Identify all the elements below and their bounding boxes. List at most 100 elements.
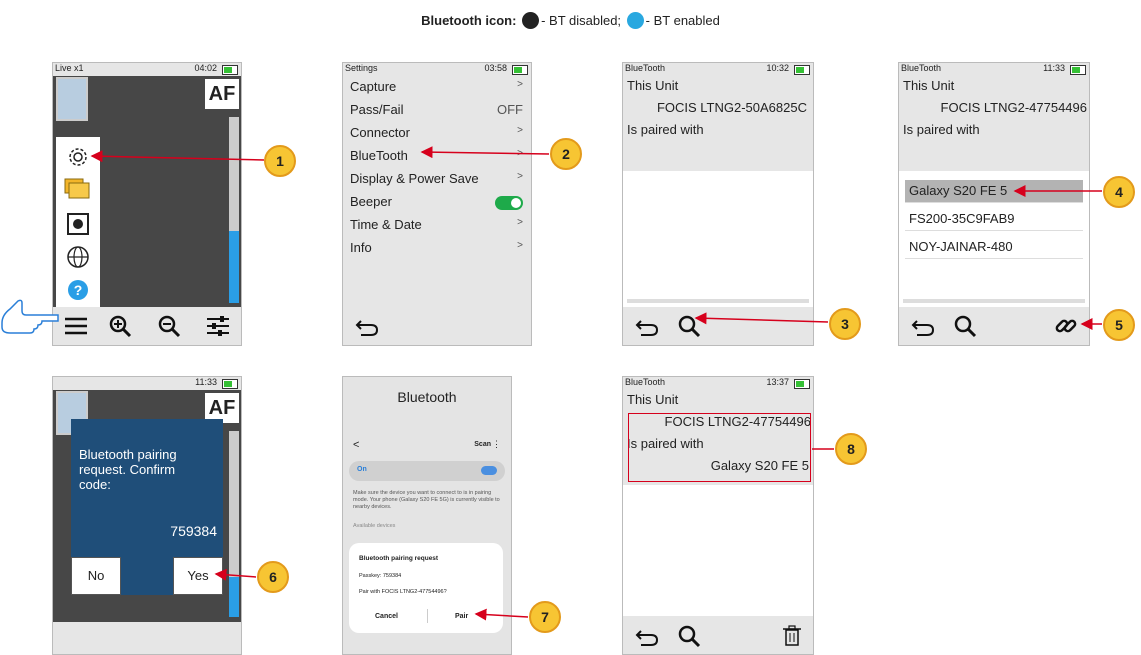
focus-bar xyxy=(229,117,239,303)
clock: 10:32 xyxy=(766,63,789,73)
clock: 13:37 xyxy=(766,377,789,387)
menu-beeper[interactable]: Beeper xyxy=(343,194,531,210)
bluetooth-screen-devices: BlueTooth 11:33 This Unit FOCIS LTNG2-47… xyxy=(898,62,1090,346)
battery-icon xyxy=(222,65,238,75)
unit-info-panel: This Unit FOCIS LTNG2-47754496 Is paired… xyxy=(899,76,1089,171)
trash-icon[interactable] xyxy=(783,625,801,647)
gear-icon[interactable] xyxy=(64,143,92,171)
back-chevron-icon[interactable]: < xyxy=(353,439,359,451)
clock: 11:33 xyxy=(1043,63,1065,73)
this-unit-label: This Unit xyxy=(903,78,955,93)
no-button[interactable]: No xyxy=(71,557,121,595)
menu-display-power[interactable]: Display & Power Save > xyxy=(343,171,531,186)
phone-pairing-dialog: Bluetooth pairing request Passkey: 75938… xyxy=(349,543,503,633)
callout-7: 7 xyxy=(529,601,561,633)
search-icon[interactable] xyxy=(678,625,701,648)
paired-label: Is paired with xyxy=(627,122,704,137)
focus-bar xyxy=(229,431,239,617)
back-icon[interactable] xyxy=(911,317,935,337)
device-item[interactable]: FS200-35C9FAB9 xyxy=(905,208,1083,231)
phone-dialog-title: Bluetooth pairing request xyxy=(359,555,439,562)
status-bar: Settings 03:58 xyxy=(343,63,531,76)
search-icon[interactable] xyxy=(678,315,701,338)
settings-screen: Settings 03:58 Capture > Pass/Fail OFF Con… xyxy=(342,62,532,346)
back-icon[interactable] xyxy=(355,317,379,337)
dialog-message: Bluetooth pairing request. Confirm code: xyxy=(79,447,177,492)
callout-4: 4 xyxy=(1103,176,1135,208)
legend-header: Bluetooth icon: - BT disabled; - BT enab… xyxy=(0,12,1141,29)
clock: 11:33 xyxy=(195,377,217,387)
callout-6: 6 xyxy=(257,561,289,593)
battery-icon xyxy=(222,379,238,389)
menu-connector[interactable]: Connector > xyxy=(343,125,531,140)
svg-text:?: ? xyxy=(74,282,83,298)
menu-pass-fail[interactable]: Pass/Fail OFF xyxy=(343,102,531,117)
thumbnail[interactable] xyxy=(56,77,88,121)
clock: 03:58 xyxy=(484,63,507,73)
callout-8: 8 xyxy=(835,433,867,465)
sliders-icon[interactable] xyxy=(207,315,229,337)
cancel-button[interactable]: Cancel xyxy=(375,613,398,620)
legend-label: Bluetooth icon: xyxy=(421,13,517,28)
globe-icon[interactable] xyxy=(67,246,89,268)
available-devices-label: Available devices xyxy=(353,523,396,529)
help-icon[interactable]: ? xyxy=(67,279,89,301)
battery-icon xyxy=(794,379,810,389)
status-bar: BlueTooth 11:33 xyxy=(899,63,1089,76)
info-text: Make sure the device you want to connect… xyxy=(353,490,500,510)
back-icon[interactable] xyxy=(635,317,659,337)
phone-title: Bluetooth xyxy=(397,389,457,405)
beeper-toggle[interactable] xyxy=(495,196,523,210)
af-button[interactable]: AF xyxy=(205,79,239,109)
zoom-out-icon[interactable] xyxy=(158,315,181,338)
scan-button[interactable]: Scan xyxy=(474,441,491,448)
back-icon[interactable] xyxy=(635,627,659,647)
scan-progress xyxy=(627,299,809,303)
capture-icon[interactable] xyxy=(67,213,89,235)
status-bar: BlueTooth 13:37 xyxy=(623,377,813,390)
screen-title: BlueTooth xyxy=(901,63,942,73)
battery-icon xyxy=(512,65,528,75)
scan-progress xyxy=(903,299,1085,303)
highlight-box xyxy=(628,413,811,482)
unit-name: FOCIS LTNG2-47754496 xyxy=(940,100,1087,115)
unit-name: FOCIS LTNG2-50A6825C xyxy=(656,100,807,115)
callout-3: 3 xyxy=(829,308,861,340)
menu-time-date[interactable]: Time & Date > xyxy=(343,217,531,232)
confirm-code: 759384 xyxy=(170,523,217,539)
device-item[interactable]: Galaxy S20 FE 5 xyxy=(905,180,1083,203)
callout-2: 2 xyxy=(550,138,582,170)
hand-pointer-icon xyxy=(1,299,59,334)
clock: 04:02 xyxy=(194,63,217,73)
more-icon[interactable]: ⋮ xyxy=(492,439,501,450)
live-screen: Live x1 04:02 AF ? xyxy=(52,62,242,346)
callout-1: 1 xyxy=(264,145,296,177)
screen-title: BlueTooth xyxy=(625,377,666,387)
bluetooth-screen-paired: BlueTooth 13:37 This Unit FOCIS LTNG2-47… xyxy=(622,376,814,655)
bluetooth-disabled-icon xyxy=(522,12,540,29)
bluetooth-enabled-icon xyxy=(626,12,644,29)
passkey-text: Passkey: 759384 xyxy=(359,573,402,579)
screen-title: BlueTooth xyxy=(625,63,666,73)
screen-title: Live x1 xyxy=(55,63,84,73)
zoom-in-icon[interactable] xyxy=(109,315,132,338)
pair-button[interactable]: Pair xyxy=(455,613,468,620)
search-icon[interactable] xyxy=(954,315,977,338)
menu-icon[interactable] xyxy=(65,317,87,335)
bluetooth-toggle-row[interactable]: On xyxy=(349,461,505,481)
battery-icon xyxy=(794,65,810,75)
pairing-dialog: Bluetooth pairing request. Confirm code:… xyxy=(71,419,223,595)
device-pairing-screen: 11:33 AF Bluetooth pairing request. Conf… xyxy=(52,376,242,655)
bluetooth-screen-initial: BlueTooth 10:32 This Unit FOCIS LTNG2-50… xyxy=(622,62,814,346)
unit-info-panel: This Unit FOCIS LTNG2-50A6825C Is paired… xyxy=(623,76,813,171)
divider xyxy=(427,609,428,623)
menu-info[interactable]: Info > xyxy=(343,240,531,255)
folder-icon[interactable] xyxy=(64,178,91,201)
link-icon[interactable] xyxy=(1055,315,1077,337)
yes-button[interactable]: Yes xyxy=(173,557,223,595)
status-bar: BlueTooth 10:32 xyxy=(623,63,813,76)
device-item[interactable]: NOY-JAINAR-480 xyxy=(905,236,1083,259)
bluetooth-switch[interactable] xyxy=(481,466,497,475)
menu-bluetooth[interactable]: BlueTooth > xyxy=(343,148,531,163)
menu-capture[interactable]: Capture > xyxy=(343,79,531,94)
